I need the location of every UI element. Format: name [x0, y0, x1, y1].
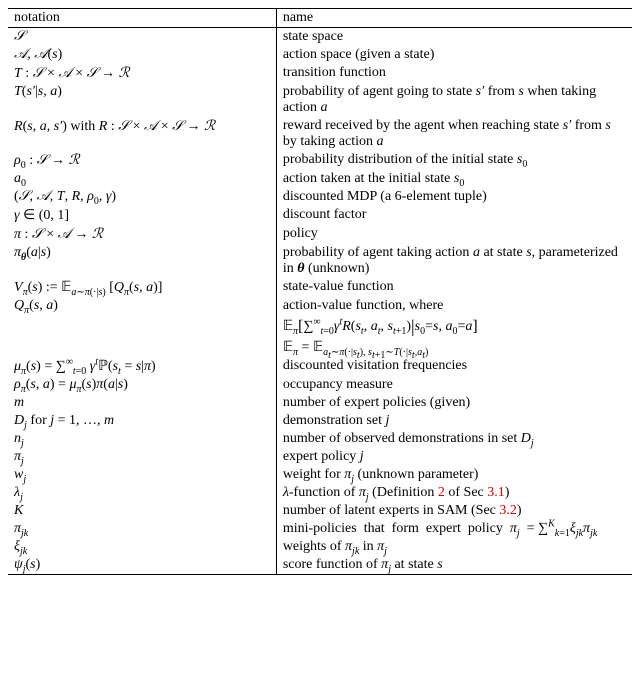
header-notation: notation [8, 9, 276, 28]
table-row: πθ(a|s) probability of agent taking acti… [8, 244, 632, 278]
cell-name: 𝔼π[∑∞t=0γtR(st, at, st+1)|s0=s, a0=a] [276, 315, 632, 338]
table-row: λj λ-function of πj (Definition 2 of Sec… [8, 484, 632, 502]
cell-notation: m [8, 394, 276, 412]
cell-notation: 𝒜, 𝒜(s) [8, 46, 276, 64]
table-row: Vπ(s) := 𝔼a∼π(·|s) [Qπ(s, a)] state-valu… [8, 278, 632, 297]
cell-notation: ψj(s) [8, 556, 276, 575]
cell-notation: Vπ(s) := 𝔼a∼π(·|s) [Qπ(s, a)] [8, 278, 276, 297]
cell-name: score function of πj at state s [276, 556, 632, 575]
link-definition-2[interactable]: 2 [438, 485, 445, 500]
table-row: πj expert policy j [8, 448, 632, 466]
cell-name: occupancy measure [276, 376, 632, 394]
cell-notation [8, 338, 276, 357]
table-row: wj weight for πj (unknown parameter) [8, 466, 632, 484]
table-row: ρ0 : 𝒮 → ℛ probability distribution of t… [8, 151, 632, 170]
cell-notation: πjk [8, 520, 276, 538]
link-section-3-2[interactable]: 3.2 [499, 503, 517, 518]
table-row: 𝔼π = 𝔼at∼π(·|st), st+1∼T(·|st,at) [8, 338, 632, 357]
table-row: 𝒜, 𝒜(s) action space (given a state) [8, 46, 632, 64]
cell-notation: Dj for j = 1, …, m [8, 412, 276, 430]
cell-name: policy [276, 225, 632, 244]
table-row: Qπ(s, a) action-value function, where [8, 297, 632, 315]
cell-notation [8, 315, 276, 338]
table-row: 𝔼π[∑∞t=0γtR(st, at, st+1)|s0=s, a0=a] [8, 315, 632, 338]
cell-name: expert policy j [276, 448, 632, 466]
cell-name: reward received by the agent when reachi… [276, 117, 632, 151]
table-row: μπ(s) = ∑∞t=0 γtℙ(st = s|π) discounted v… [8, 357, 632, 376]
cell-notation: πθ(a|s) [8, 244, 276, 278]
cell-notation: nj [8, 430, 276, 448]
table-row: ψj(s) score function of πj at state s [8, 556, 632, 575]
cell-name: demonstration set j [276, 412, 632, 430]
cell-notation: μπ(s) = ∑∞t=0 γtℙ(st = s|π) [8, 357, 276, 376]
cell-notation: π : 𝒮 × 𝒜 → ℛ [8, 225, 276, 244]
cell-name: λ-function of πj (Definition 2 of Sec 3.… [276, 484, 632, 502]
cell-name: discounted visitation frequencies [276, 357, 632, 376]
table-row: a0 action taken at the initial state s0 [8, 170, 632, 188]
cell-name: number of observed demonstrations in set… [276, 430, 632, 448]
header-row: notation name [8, 9, 632, 28]
cell-notation: K [8, 502, 276, 520]
table-row: πjk mini-policies that form expert polic… [8, 520, 632, 538]
cell-name: weights of πjk in πj [276, 538, 632, 556]
cell-name: mini-policies that form expert policy πj… [276, 520, 632, 538]
cell-notation: ξjk [8, 538, 276, 556]
cell-notation: λj [8, 484, 276, 502]
cell-notation: ρπ(s, a) = μπ(s)π(a|s) [8, 376, 276, 394]
header-name: name [276, 9, 632, 28]
cell-name: probability distribution of the initial … [276, 151, 632, 170]
cell-name: transition function [276, 64, 632, 83]
table-row: π : 𝒮 × 𝒜 → ℛ policy [8, 225, 632, 244]
table-row: γ ∈ (0, 1] discount factor [8, 206, 632, 225]
table-row: Dj for j = 1, …, m demonstration set j [8, 412, 632, 430]
cell-name: discounted MDP (a 6-element tuple) [276, 188, 632, 206]
cell-notation: R(s, a, s′) with R : 𝒮 × 𝒜 × 𝒮 → ℛ [8, 117, 276, 151]
cell-notation: a0 [8, 170, 276, 188]
cell-name: number of expert policies (given) [276, 394, 632, 412]
table-row: T : 𝒮 × 𝒜 × 𝒮 → ℛ transition function [8, 64, 632, 83]
table-row: nj number of observed demonstrations in … [8, 430, 632, 448]
link-section-3-1[interactable]: 3.1 [487, 485, 505, 500]
cell-name: discount factor [276, 206, 632, 225]
table-row: m number of expert policies (given) [8, 394, 632, 412]
table-row: (𝒮, 𝒜, T, R, ρ0, γ) discounted MDP (a 6-… [8, 188, 632, 206]
cell-notation: wj [8, 466, 276, 484]
cell-notation: 𝒮 [8, 28, 276, 47]
cell-notation: Qπ(s, a) [8, 297, 276, 315]
cell-notation: (𝒮, 𝒜, T, R, ρ0, γ) [8, 188, 276, 206]
cell-name: number of latent experts in SAM (Sec 3.2… [276, 502, 632, 520]
table-row: K number of latent experts in SAM (Sec 3… [8, 502, 632, 520]
cell-notation: γ ∈ (0, 1] [8, 206, 276, 225]
table-row: ξjk weights of πjk in πj [8, 538, 632, 556]
table-row: T(s′|s, a) probability of agent going to… [8, 83, 632, 117]
cell-name: action-value function, where [276, 297, 632, 315]
cell-name: state space [276, 28, 632, 47]
cell-name: 𝔼π = 𝔼at∼π(·|st), st+1∼T(·|st,at) [276, 338, 632, 357]
cell-name: action taken at the initial state s0 [276, 170, 632, 188]
cell-notation: T(s′|s, a) [8, 83, 276, 117]
cell-notation: T : 𝒮 × 𝒜 × 𝒮 → ℛ [8, 64, 276, 83]
cell-name: probability of agent taking action a at … [276, 244, 632, 278]
table-row: R(s, a, s′) with R : 𝒮 × 𝒜 × 𝒮 → ℛ rewar… [8, 117, 632, 151]
cell-name: state-value function [276, 278, 632, 297]
cell-notation: ρ0 : 𝒮 → ℛ [8, 151, 276, 170]
cell-notation: πj [8, 448, 276, 466]
cell-name: weight for πj (unknown parameter) [276, 466, 632, 484]
cell-name: action space (given a state) [276, 46, 632, 64]
table-row: ρπ(s, a) = μπ(s)π(a|s) occupancy measure [8, 376, 632, 394]
notation-table: notation name 𝒮 state space 𝒜, 𝒜(s) acti… [8, 8, 632, 575]
table-row: 𝒮 state space [8, 28, 632, 47]
cell-name: probability of agent going to state s′ f… [276, 83, 632, 117]
